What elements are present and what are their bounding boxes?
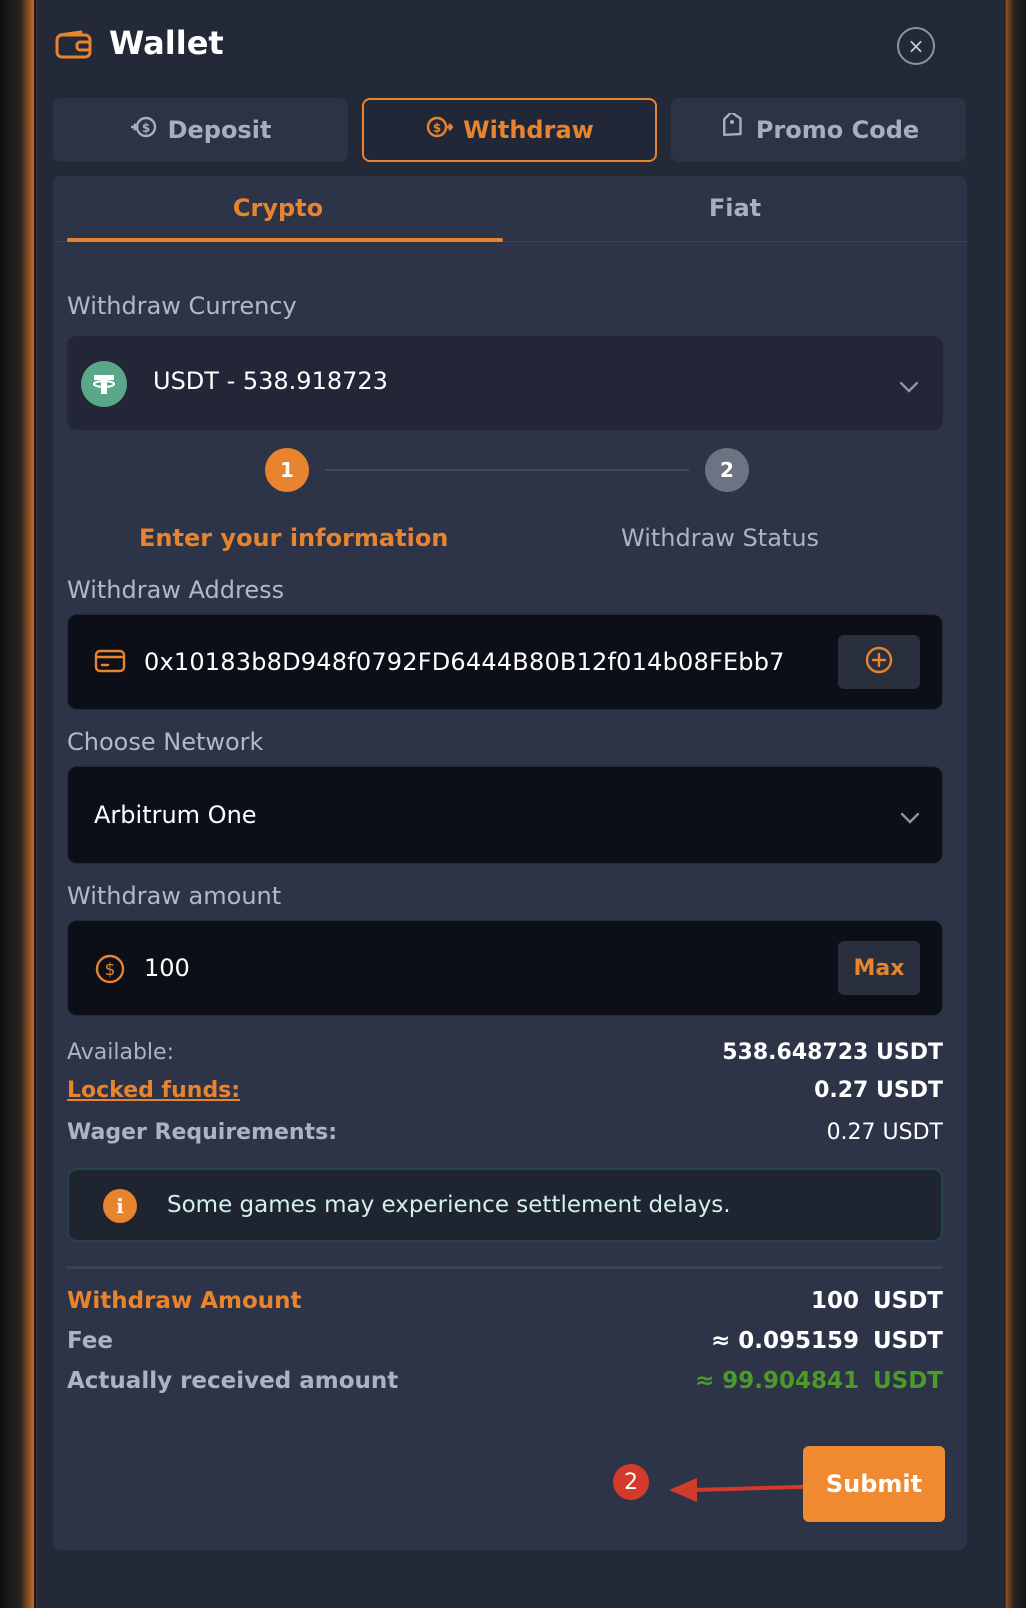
available-row: Available: 538.648723 USDT xyxy=(67,1040,943,1074)
summary-withdraw-amount-row: Withdraw Amount 100 USDT xyxy=(67,1288,943,1322)
tether-icon xyxy=(81,361,127,407)
network-value: Arbitrum One xyxy=(94,801,257,829)
locked-funds-value: 0.27 USDT xyxy=(814,1078,943,1103)
subtab-crypto[interactable]: Crypto xyxy=(53,194,503,222)
wager-value: 0.27 USDT xyxy=(826,1120,943,1145)
add-address-button[interactable] xyxy=(838,635,920,689)
active-subtab-indicator xyxy=(67,238,503,242)
available-value: 538.648723 USDT xyxy=(722,1040,943,1065)
annotation-step-badge: 2 xyxy=(613,1464,649,1500)
summary-withdraw-amount-label: Withdraw Amount xyxy=(67,1288,302,1314)
tab-deposit[interactable]: $ Deposit xyxy=(53,98,348,162)
step-connector xyxy=(325,469,689,471)
withdraw-address-input[interactable]: 0x10183b8D948f0792FD6444B80B12f014b08FEb… xyxy=(67,614,943,710)
summary-withdraw-amount-value: 100 xyxy=(810,1288,859,1314)
deposit-icon: $ xyxy=(130,113,158,147)
dollar-coin-icon: $ xyxy=(94,953,126,985)
notice-text: Some games may experience settlement del… xyxy=(167,1192,731,1218)
withdraw-icon: $ xyxy=(425,113,454,147)
chevron-down-icon xyxy=(900,809,920,824)
plus-circle-icon xyxy=(864,645,894,679)
tab-deposit-label: Deposit xyxy=(167,116,272,144)
withdraw-address-value: 0x10183b8D948f0792FD6444B80B12f014b08FEb… xyxy=(144,648,785,676)
summary-received-label: Actually received amount xyxy=(67,1368,399,1394)
wager-label: Wager Requirements: xyxy=(67,1120,338,1145)
max-button[interactable]: Max xyxy=(838,941,920,995)
step-1-label: Enter your information xyxy=(139,524,449,552)
summary-withdraw-amount-currency: USDT xyxy=(872,1288,943,1314)
summary-fee-row: Fee ≈ 0.095159 USDT xyxy=(67,1328,943,1362)
withdraw-amount-input[interactable]: $ 100 Max xyxy=(67,920,943,1016)
close-button[interactable]: × xyxy=(897,27,935,65)
wager-row: Wager Requirements: 0.27 USDT xyxy=(67,1120,943,1154)
locked-funds-row: Locked funds: 0.27 USDT xyxy=(67,1078,943,1112)
currency-label: Withdraw Currency xyxy=(67,292,297,320)
wallet-modal: Wallet × $ Deposit $ Withdraw Promo Code… xyxy=(36,0,1006,1608)
left-glow-edge xyxy=(0,0,34,1608)
modal-header: Wallet × xyxy=(37,0,1007,92)
locked-funds-link[interactable]: Locked funds: xyxy=(67,1078,240,1103)
summary-fee-value: ≈ 0.095159 xyxy=(710,1328,859,1354)
svg-text:$: $ xyxy=(141,121,149,135)
modal-title: Wallet xyxy=(109,24,224,62)
svg-text:$: $ xyxy=(105,960,116,980)
amount-label: Withdraw amount xyxy=(67,882,282,910)
summary-received-row: Actually received amount ≈ 99.904841 USD… xyxy=(67,1368,943,1402)
tab-withdraw-label: Withdraw xyxy=(463,116,594,144)
available-label: Available: xyxy=(67,1040,174,1065)
network-label: Choose Network xyxy=(67,728,264,756)
summary-fee-currency: USDT xyxy=(872,1328,943,1354)
submit-button[interactable]: Submit xyxy=(803,1446,945,1522)
currency-value: USDT - 538.918723 xyxy=(153,367,388,395)
tab-withdraw[interactable]: $ Withdraw xyxy=(362,98,657,162)
svg-text:$: $ xyxy=(433,121,441,135)
address-label: Withdraw Address xyxy=(67,576,285,604)
tab-promo-code[interactable]: Promo Code xyxy=(671,98,966,162)
withdraw-stepper: 1 2 Enter your information Withdraw Stat… xyxy=(53,446,967,556)
summary-fee-label: Fee xyxy=(67,1328,113,1354)
wallet-icon xyxy=(55,30,93,60)
step-1-indicator: 1 xyxy=(265,448,309,492)
summary-divider xyxy=(67,1266,943,1269)
info-icon: i xyxy=(103,1189,137,1223)
withdraw-panel: Crypto Fiat Withdraw Currency USDT - 538… xyxy=(53,176,967,1550)
settlement-notice: i Some games may experience settlement d… xyxy=(67,1168,943,1242)
summary-received-value: ≈ 99.904841 xyxy=(694,1368,859,1394)
step-2-indicator: 2 xyxy=(705,448,749,492)
network-select[interactable]: Arbitrum One xyxy=(67,766,943,864)
withdraw-amount-value: 100 xyxy=(144,954,190,982)
step-2-label: Withdraw Status xyxy=(621,524,820,552)
wallet-tabs: $ Deposit $ Withdraw Promo Code xyxy=(53,98,967,162)
summary-received-currency: USDT xyxy=(872,1368,943,1394)
subtab-fiat[interactable]: Fiat xyxy=(503,194,967,222)
currency-select[interactable]: USDT - 538.918723 xyxy=(67,336,943,430)
chevron-down-icon xyxy=(899,378,919,393)
tab-promo-code-label: Promo Code xyxy=(755,116,920,144)
card-icon xyxy=(94,648,126,674)
withdraw-method-tabs: Crypto Fiat xyxy=(53,176,967,242)
promo-tag-icon xyxy=(718,110,746,147)
